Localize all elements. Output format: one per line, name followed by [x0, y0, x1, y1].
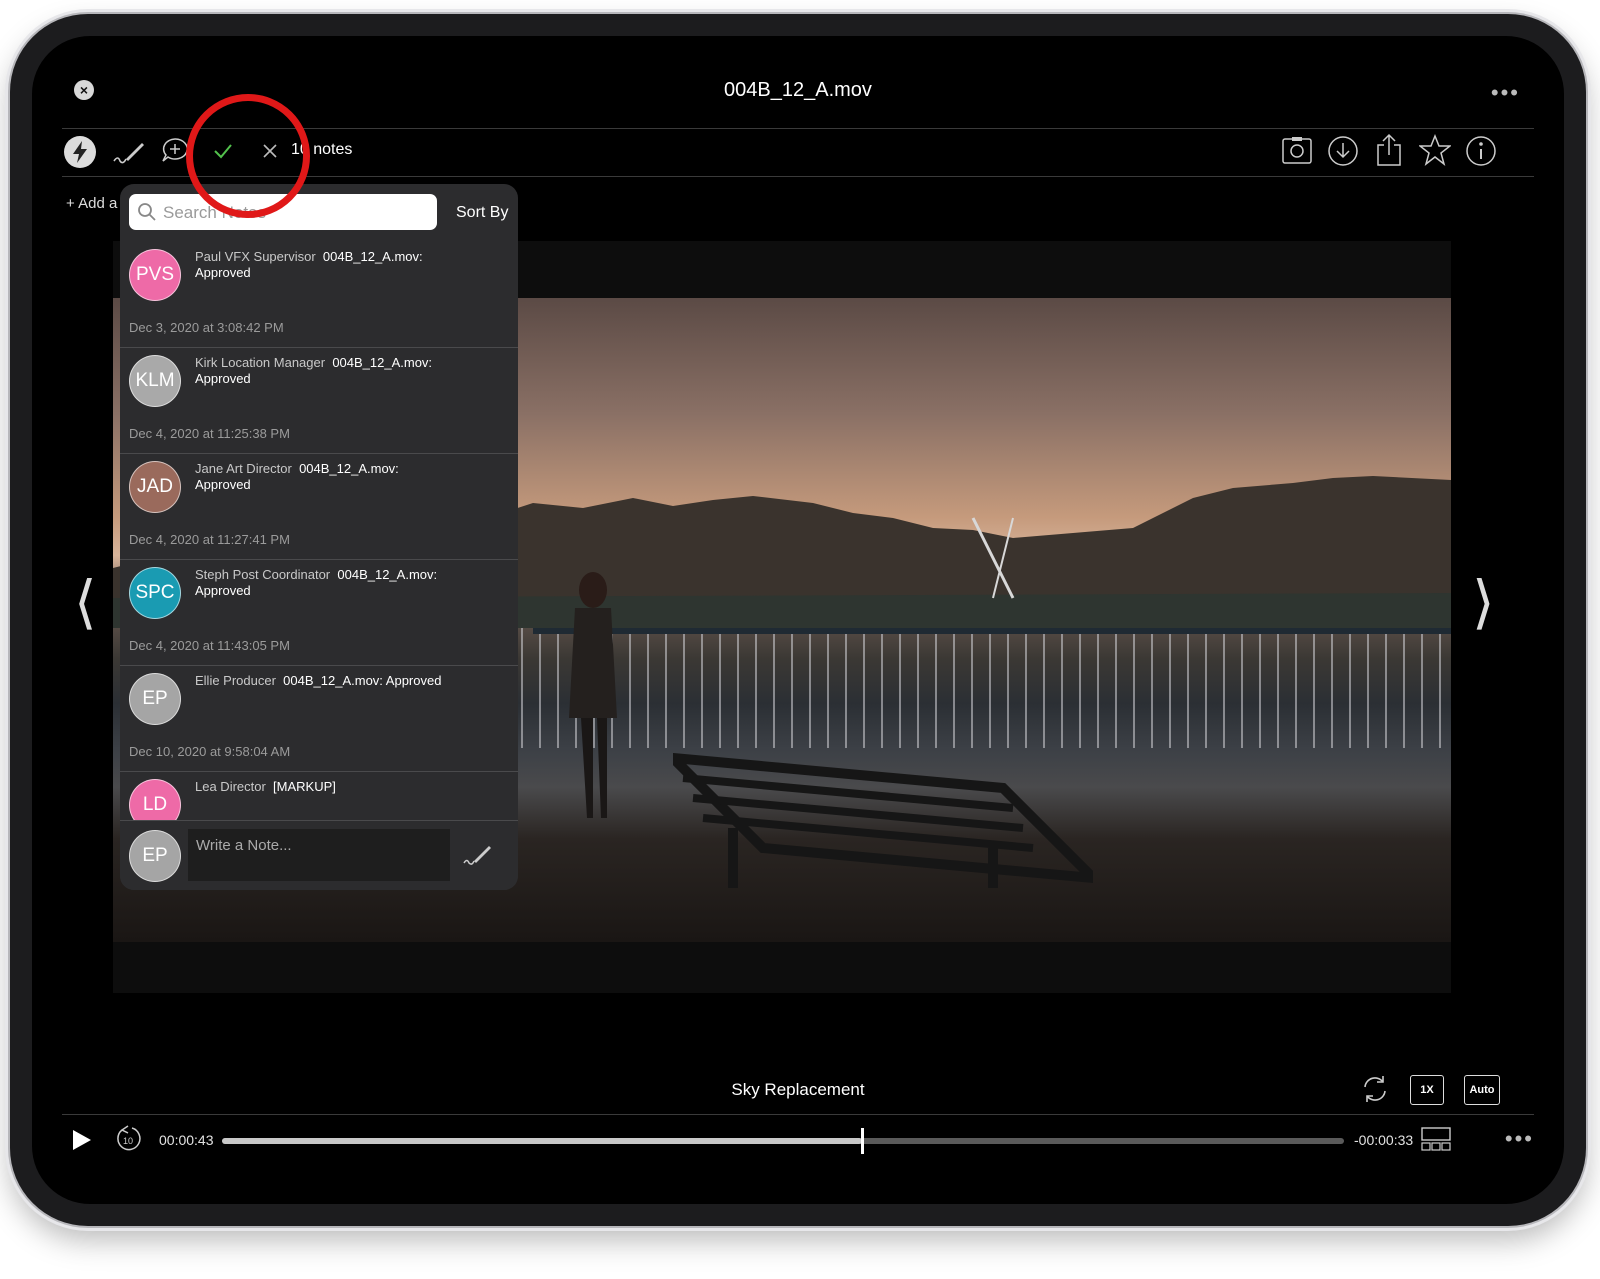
compose-bar: EP [120, 820, 518, 890]
loop-icon[interactable] [1358, 1072, 1392, 1106]
elapsed-time: 00:00:43 [159, 1132, 214, 1148]
filmstrip-icon[interactable] [1420, 1124, 1452, 1154]
signature-pen-icon[interactable] [112, 136, 146, 168]
clip-name: Sky Replacement [731, 1080, 865, 1099]
note-timestamp: Dec 3, 2020 at 3:08:42 PM [129, 320, 284, 335]
note-item[interactable]: KLM Kirk Location Manager 004B_12_A.mov:… [120, 348, 518, 454]
lightning-icon[interactable] [64, 136, 96, 168]
note-message: [MARKUP] [273, 779, 336, 794]
avatar: PVS [129, 249, 181, 301]
star-icon[interactable] [1418, 133, 1452, 167]
note-input[interactable] [188, 829, 450, 881]
note-text: Steph Post Coordinator 004B_12_A.mov: Ap… [195, 567, 445, 599]
note-timestamp: Dec 4, 2020 at 11:27:41 PM [129, 532, 290, 547]
signature-pen-icon[interactable] [462, 843, 494, 872]
ipad-frame: × 004B_12_A.mov ••• 10 notes + Add a ⟨ ⟩… [10, 14, 1586, 1226]
note-text: Lea Director [MARKUP] [195, 779, 445, 795]
note-text: Jane Art Director 004B_12_A.mov: Approve… [195, 461, 445, 493]
svg-text:10: 10 [123, 1136, 133, 1146]
note-text: Ellie Producer 004B_12_A.mov: Approved [195, 673, 495, 689]
controls-divider [62, 1114, 1534, 1115]
download-icon[interactable] [1326, 134, 1360, 168]
note-item[interactable]: JAD Jane Art Director 004B_12_A.mov: App… [120, 454, 518, 560]
notes-panel: Sort By PVS Paul VFX Supervisor 004B_12_… [120, 184, 518, 890]
playhead[interactable] [860, 1128, 864, 1154]
highlight-circle [186, 94, 310, 218]
avatar: KLM [129, 355, 181, 407]
scrubber-progress [222, 1138, 862, 1144]
person-silhouette [569, 572, 617, 818]
app-screen: × 004B_12_A.mov ••• 10 notes + Add a ⟨ ⟩… [32, 36, 1564, 1204]
note-timestamp: Dec 4, 2020 at 11:43:05 PM [129, 638, 290, 653]
note-item[interactable]: PVS Paul VFX Supervisor 004B_12_A.mov: A… [120, 242, 518, 348]
remaining-time: -00:00:33 [1354, 1132, 1414, 1148]
note-author: Ellie Producer [195, 673, 276, 688]
search-icon [138, 203, 156, 221]
more-icon[interactable]: ••• [1505, 1126, 1534, 1152]
railing [503, 628, 1451, 748]
sort-by-button[interactable]: Sort By [456, 204, 508, 222]
rewind-10-icon[interactable]: 10 [112, 1122, 146, 1156]
share-icon[interactable] [1372, 132, 1406, 168]
search-input[interactable] [161, 194, 425, 232]
close-icon[interactable]: × [74, 80, 94, 100]
scrubber[interactable] [222, 1138, 1344, 1144]
note-text: Paul VFX Supervisor 004B_12_A.mov: Appro… [195, 249, 445, 281]
bench-graphic [673, 752, 1093, 888]
note-timestamp: Dec 10, 2020 at 9:58:04 AM [129, 744, 291, 759]
speed-button[interactable]: 1X [1410, 1075, 1444, 1105]
note-timestamp: Dec 4, 2020 at 11:25:38 PM [129, 426, 290, 441]
note-item[interactable]: EP Ellie Producer 004B_12_A.mov: Approve… [120, 666, 518, 772]
railing-top [533, 628, 1451, 634]
note-author: Paul VFX Supervisor [195, 249, 316, 264]
note-author: Kirk Location Manager [195, 355, 326, 370]
quality-button[interactable]: Auto [1464, 1075, 1500, 1105]
play-icon[interactable] [68, 1126, 96, 1154]
note-item[interactable]: SPC Steph Post Coordinator 004B_12_A.mov… [120, 560, 518, 666]
add-note-link[interactable]: + Add a [66, 195, 117, 212]
avatar: SPC [129, 567, 181, 619]
next-arrow-icon[interactable]: ⟩ [1472, 568, 1495, 636]
note-message: 004B_12_A.mov: Approved [283, 673, 442, 688]
more-icon[interactable]: ••• [1491, 80, 1520, 106]
prev-arrow-icon[interactable]: ⟨ [74, 568, 97, 636]
info-icon[interactable] [1464, 134, 1498, 168]
note-author: Lea Director [195, 779, 266, 794]
avatar: JAD [129, 461, 181, 513]
avatar: EP [129, 830, 181, 882]
snapshot-icon[interactable] [1280, 134, 1314, 168]
note-text: Kirk Location Manager 004B_12_A.mov: App… [195, 355, 445, 387]
file-title: 004B_12_A.mov [724, 79, 872, 101]
note-author: Jane Art Director [195, 461, 292, 476]
avatar: EP [129, 673, 181, 725]
note-author: Steph Post Coordinator [195, 567, 331, 582]
